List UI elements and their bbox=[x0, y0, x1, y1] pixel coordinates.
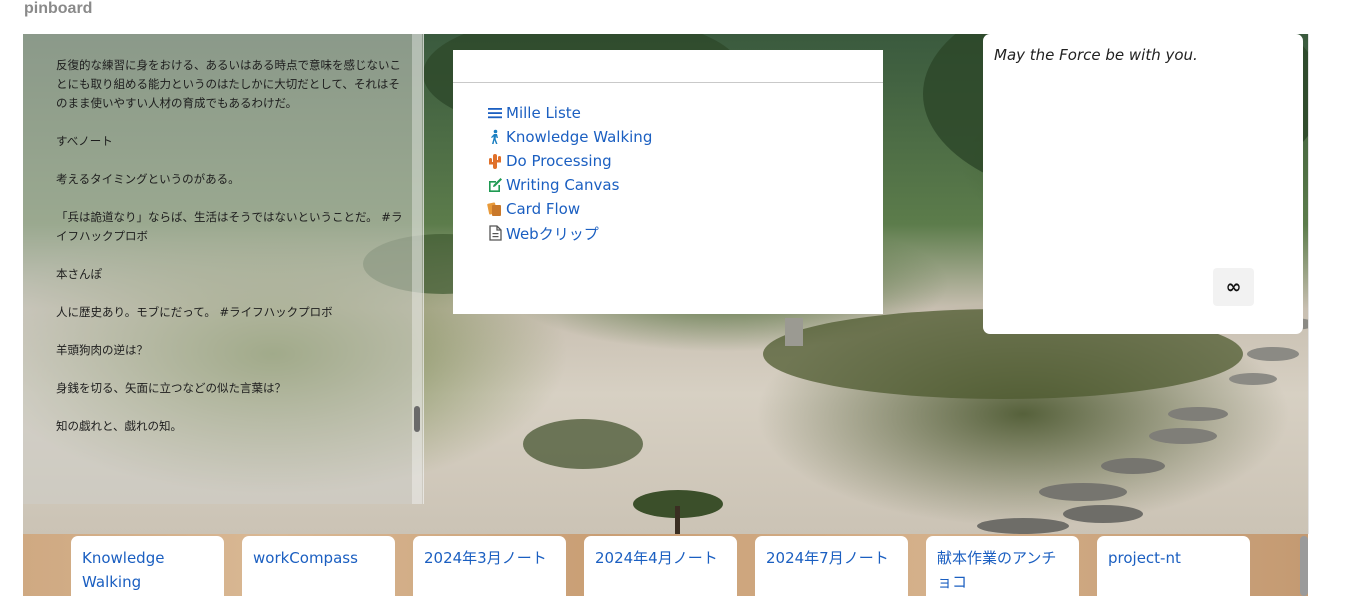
note-scrollbar-track[interactable] bbox=[412, 34, 422, 504]
link-do-processing[interactable]: Do Processing bbox=[486, 149, 652, 173]
link-label[interactable]: Mille Liste bbox=[506, 104, 581, 122]
tab-strip: Knowledge Walking workCompass 2024年3月ノート… bbox=[23, 534, 1308, 596]
tab-knowledge-walking[interactable]: Knowledge Walking bbox=[71, 536, 224, 596]
tab-strip-scrollbar[interactable] bbox=[1300, 536, 1308, 596]
cards-icon bbox=[486, 200, 504, 218]
tab-2024-07-note[interactable]: 2024年7月ノート bbox=[755, 536, 908, 596]
link-label[interactable]: Writing Canvas bbox=[506, 176, 619, 194]
tab-review-copy-cheatsheet[interactable]: 献本作業のアンチョコ bbox=[926, 536, 1079, 596]
links-panel-divider bbox=[453, 82, 883, 83]
links-list: Mille Liste Knowledge Walking Do Process… bbox=[486, 101, 652, 245]
links-panel: Mille Liste Knowledge Walking Do Process… bbox=[453, 50, 883, 314]
board-right-edge bbox=[1308, 34, 1319, 534]
document-icon bbox=[486, 224, 504, 242]
app-title: pinboard bbox=[24, 0, 93, 17]
pinboard-canvas: なるのではないか？ 反復的な練習に身をおける、あるいはある時点で意味を感じないこ… bbox=[23, 34, 1308, 534]
link-label[interactable]: Card Flow bbox=[506, 200, 580, 218]
link-label[interactable]: Webクリップ bbox=[506, 223, 599, 244]
note-scrollbar-thumb[interactable] bbox=[414, 406, 420, 432]
tab-2024-03-note[interactable]: 2024年3月ノート bbox=[413, 536, 566, 596]
link-label[interactable]: Knowledge Walking bbox=[506, 128, 652, 146]
link-knowledge-walking[interactable]: Knowledge Walking bbox=[486, 125, 652, 149]
link-writing-canvas[interactable]: Writing Canvas bbox=[486, 173, 652, 197]
note-panel[interactable]: なるのではないか？ 反復的な練習に身をおける、あるいはある時点で意味を感じないこ… bbox=[23, 34, 424, 504]
tab-workcompass[interactable]: workCompass bbox=[242, 536, 395, 596]
tab-project-nt[interactable]: project-nt bbox=[1097, 536, 1250, 596]
cactus-icon bbox=[486, 152, 504, 170]
infinity-button[interactable]: ∞ bbox=[1213, 268, 1254, 306]
link-mille-liste[interactable]: Mille Liste bbox=[486, 101, 652, 125]
list-icon bbox=[486, 104, 504, 122]
link-web-clip[interactable]: Webクリップ bbox=[486, 221, 652, 245]
tab-2024-04-note[interactable]: 2024年4月ノート bbox=[584, 536, 737, 596]
note-text[interactable]: なるのではないか？ 反復的な練習に身をおける、あるいはある時点で意味を感じないこ… bbox=[56, 34, 408, 436]
edit-icon bbox=[486, 176, 504, 194]
quote-card: May the Force be with you. ∞ bbox=[983, 34, 1303, 334]
link-label[interactable]: Do Processing bbox=[506, 152, 612, 170]
quote-text: May the Force be with you. bbox=[994, 46, 1198, 64]
link-card-flow[interactable]: Card Flow bbox=[486, 197, 652, 221]
walking-person-icon bbox=[486, 128, 504, 146]
